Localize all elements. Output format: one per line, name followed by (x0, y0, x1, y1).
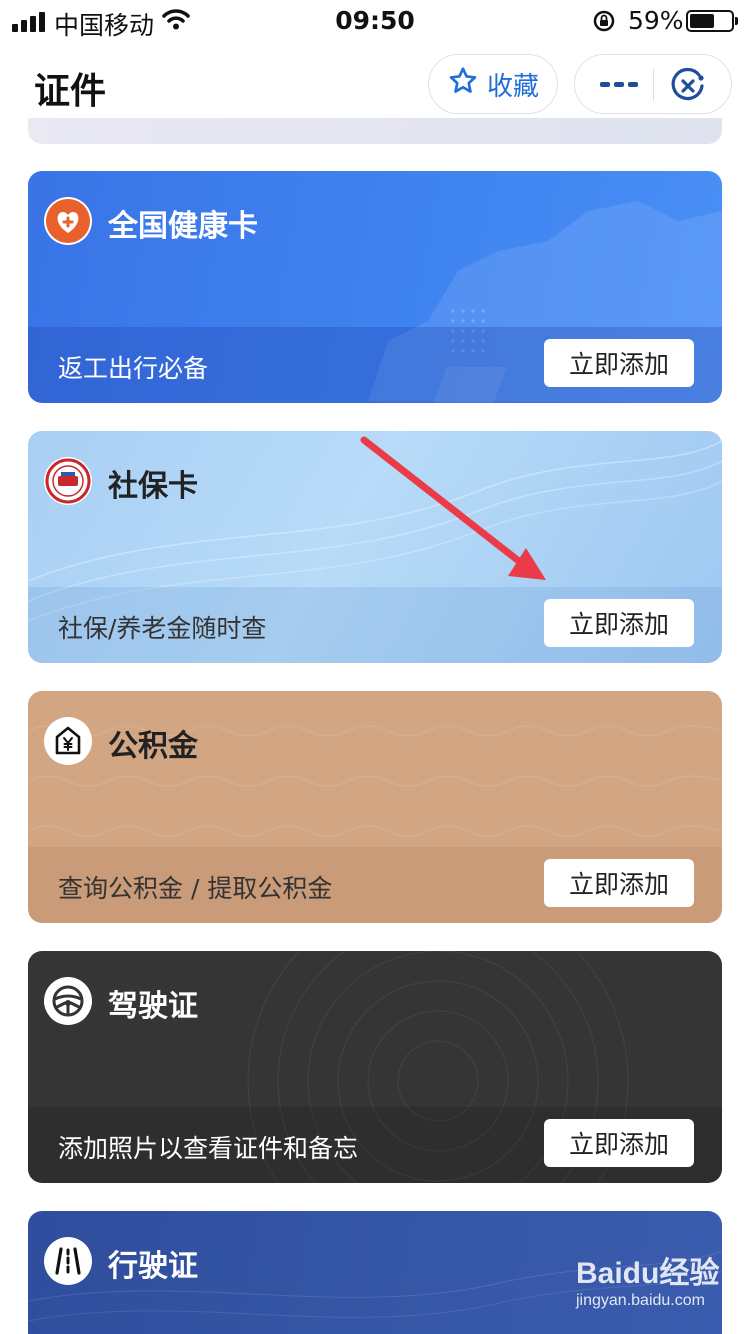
health-card-footer: 返工出行必备 立即添加 (28, 327, 722, 403)
card-title: 社保卡 (108, 469, 198, 504)
add-driver-license-button[interactable]: 立即添加 (544, 1119, 694, 1167)
annotation-arrow (360, 436, 546, 580)
watermark-url: jingyan.baidu.com (576, 1292, 705, 1309)
more-icon[interactable] (597, 71, 641, 99)
card-title: 公积金 (108, 729, 198, 764)
health-cross-icon (44, 197, 92, 245)
favorite-label: 收藏 (486, 71, 539, 102)
status-bar: 中国移动 09:50 59% (0, 0, 750, 40)
house-yuan-icon (44, 717, 92, 765)
fund-card-footer: 查询公积金 / 提取公积金 立即添加 (28, 847, 722, 923)
watermark: Baidu经验 jingyan.baidu.com (576, 1248, 726, 1310)
social-card-footer: 社保/养老金随时查 立即添加 (28, 587, 722, 663)
previous-card-edge (28, 118, 722, 144)
header: 证件 收藏 (0, 40, 750, 130)
card-subtitle: 添加照片以查看证件和备忘 (58, 1134, 359, 1163)
page-title: 证件 (34, 71, 107, 112)
card-subtitle: 返工出行必备 (58, 354, 209, 383)
close-icon[interactable] (669, 67, 707, 109)
capsule-divider (653, 69, 654, 101)
card-title: 全国健康卡 (108, 209, 258, 244)
battery-icon (686, 10, 738, 32)
add-social-security-button[interactable]: 立即添加 (544, 599, 694, 647)
fund-card-header: 公积金 (28, 691, 722, 847)
mini-program-capsule (574, 54, 732, 114)
add-housing-fund-button[interactable]: 立即添加 (544, 859, 694, 907)
card-title: 驾驶证 (108, 989, 198, 1024)
card-subtitle: 查询公积金 / 提取公积金 (58, 874, 333, 903)
rotation-lock-icon (592, 9, 616, 37)
drive-card-header: 驾驶证 (28, 951, 722, 1107)
steering-wheel-icon (44, 977, 92, 1025)
star-icon (447, 65, 479, 104)
social-security-emblem-icon (44, 457, 92, 505)
favorite-button[interactable]: 收藏 (428, 54, 558, 114)
housing-fund-card[interactable]: 公积金 查询公积金 / 提取公积金 立即添加 (28, 691, 722, 923)
watermark-logo: Baidu经验 (576, 1257, 720, 1290)
add-health-card-button[interactable]: 立即添加 (544, 339, 694, 387)
health-card-header: 全国健康卡 (28, 171, 722, 327)
driver-license-card[interactable]: 驾驶证 添加照片以查看证件和备忘 立即添加 (28, 951, 722, 1183)
battery-percent: 59% (628, 6, 684, 35)
card-title: 行驶证 (108, 1249, 198, 1284)
road-icon (44, 1237, 92, 1285)
card-subtitle: 社保/养老金随时查 (58, 614, 267, 643)
health-card[interactable]: 全国健康卡 返工出行必备 立即添加 (28, 171, 722, 403)
drive-card-footer: 添加照片以查看证件和备忘 立即添加 (28, 1107, 722, 1183)
